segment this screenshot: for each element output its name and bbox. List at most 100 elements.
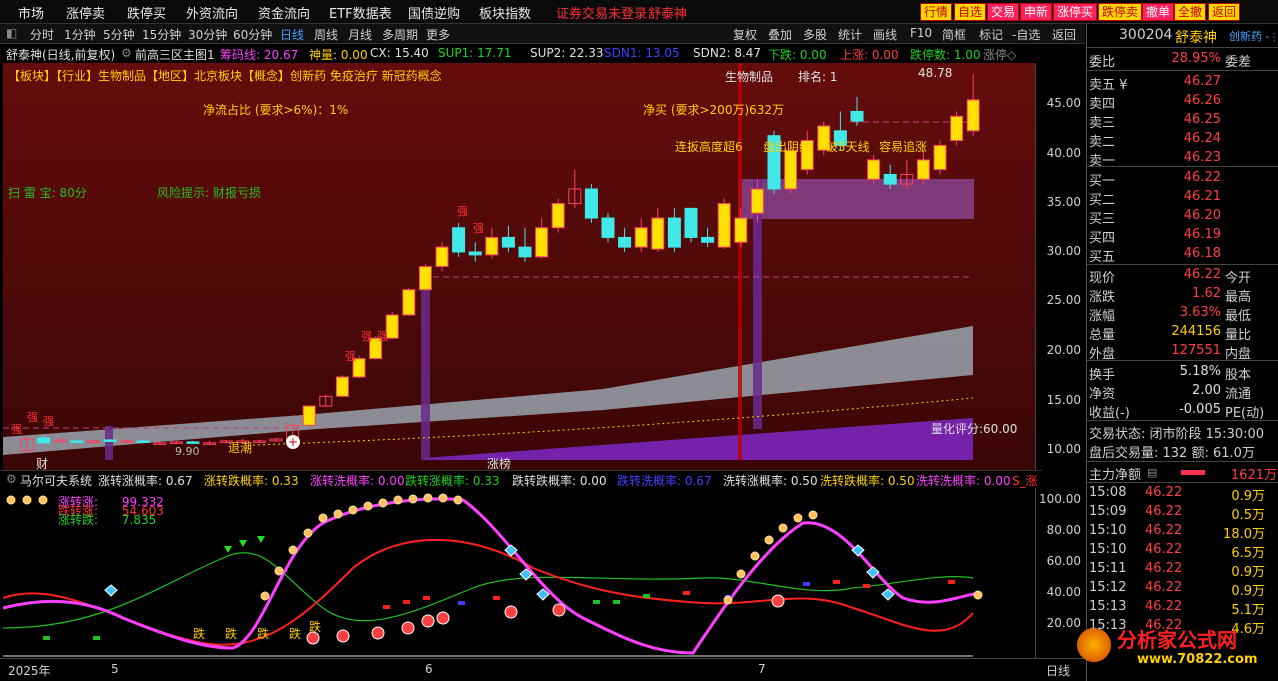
bid-row[interactable]: 买四 46.19: [1087, 226, 1278, 246]
btn-watchlist[interactable]: 自选: [954, 3, 987, 21]
candle-body[interactable]: [335, 376, 349, 397]
candle-body[interactable]: [485, 236, 499, 256]
sub-indicator-title[interactable]: 马尔可夫系统: [20, 472, 92, 489]
period-tab-30min[interactable]: 30分钟: [188, 26, 227, 43]
candle-body[interactable]: [435, 246, 449, 268]
candle-body[interactable]: [136, 440, 150, 443]
period-tab-15min[interactable]: 15分钟: [142, 26, 181, 43]
markov-subchart[interactable]: 涨转涨: 99.332 跌转涨: 54.603 涨转跌: 7.835 跌 跌 跌…: [3, 488, 1035, 658]
tool-multi-stock[interactable]: 多股: [803, 26, 827, 43]
period-tab-weekly[interactable]: 周线: [314, 26, 338, 43]
candle-body[interactable]: [584, 188, 598, 219]
menu-sector-index[interactable]: 板块指数: [479, 3, 531, 22]
period-tab-60min[interactable]: 60分钟: [233, 26, 272, 43]
menu-stock-name[interactable]: 舒泰神: [648, 3, 687, 22]
candle-body[interactable]: [950, 115, 964, 142]
plus-marker-icon[interactable]: +: [286, 435, 300, 449]
candle-body[interactable]: [667, 217, 681, 248]
period-tab-multi[interactable]: 多周期: [382, 26, 418, 43]
candle-body[interactable]: [867, 159, 881, 180]
btn-back-top[interactable]: 返回: [1208, 3, 1241, 21]
bid-row[interactable]: 买二 46.21: [1087, 188, 1278, 208]
bid-row[interactable]: 买三 46.20: [1087, 207, 1278, 227]
menu-foreign-flow[interactable]: 外资流向: [186, 3, 238, 22]
btn-limit-down-sell[interactable]: 跌停卖: [1098, 3, 1143, 21]
bid-row[interactable]: 买五 46.18: [1087, 245, 1278, 265]
candle-body[interactable]: [966, 99, 980, 132]
concept-tag[interactable]: 创新药 - 扶: [1229, 28, 1275, 44]
tool-draw[interactable]: 画线: [873, 26, 897, 43]
candle-body[interactable]: [916, 159, 930, 180]
candle-body[interactable]: [535, 227, 549, 258]
tool-fuquan[interactable]: 复权: [733, 26, 757, 43]
tool-mark[interactable]: 标记: [979, 26, 1003, 43]
collapse-icon[interactable]: ◧: [6, 26, 17, 40]
menu-etf-table[interactable]: ETF数据表: [329, 3, 392, 22]
easy-rise-label: 容易追涨: [879, 140, 928, 154]
candle-body[interactable]: [601, 217, 615, 238]
candle-body[interactable]: [618, 236, 632, 248]
candle-body[interactable]: [634, 227, 648, 248]
tool-back[interactable]: 返回: [1052, 26, 1076, 43]
list-icon[interactable]: ▤: [1147, 466, 1157, 479]
candle-body[interactable]: [651, 217, 665, 250]
candle-body[interactable]: [103, 439, 117, 442]
indicator-name[interactable]: 前高三区主图1: [135, 46, 215, 63]
candle-body[interactable]: [501, 236, 515, 248]
tool-overlay[interactable]: 叠加: [768, 26, 792, 43]
stat-value: 3.63%: [1179, 305, 1221, 320]
btn-ipo[interactable]: 申新: [1020, 3, 1053, 21]
candle-body[interactable]: [784, 149, 798, 190]
btn-limit-up-buy[interactable]: 涨停买: [1053, 3, 1098, 21]
candle-body[interactable]: [883, 173, 897, 185]
candle-body[interactable]: [402, 289, 416, 316]
candle-body[interactable]: [518, 246, 532, 258]
menu-trade-login[interactable]: 证券交易未登录: [556, 3, 647, 22]
candle-body[interactable]: [70, 440, 84, 443]
menu-capital-flow[interactable]: 资金流向: [258, 3, 310, 22]
period-tab-5min[interactable]: 5分钟: [103, 26, 135, 43]
menu-limit-down-buy[interactable]: 跌停买: [127, 3, 166, 22]
sub-settings-icon[interactable]: ⚙: [6, 472, 17, 486]
period-tab-daily[interactable]: 日线: [280, 26, 304, 43]
bid-row[interactable]: 买一 46.22: [1087, 169, 1278, 189]
settings-icon[interactable]: ⚙: [121, 46, 132, 60]
candle-body[interactable]: [186, 441, 200, 444]
ask-row[interactable]: 卖三 46.25: [1087, 111, 1278, 131]
tool-simple-frame[interactable]: 简框: [942, 26, 966, 43]
candle-body[interactable]: [452, 227, 466, 253]
btn-cancel-order[interactable]: 撤单: [1142, 3, 1175, 21]
signal-dash: [613, 600, 620, 604]
period-tab-1min[interactable]: 1分钟: [64, 26, 96, 43]
candle-body[interactable]: [701, 236, 715, 243]
candle-body[interactable]: [933, 144, 947, 171]
period-tab-more[interactable]: 更多: [426, 26, 450, 43]
main-kline-chart[interactable]: 【板块】【行业】生物制品【地区】北京板块【概念】创新药 免疫治疗 新冠药概念 生…: [3, 63, 1035, 471]
period-tab-monthly[interactable]: 月线: [348, 26, 372, 43]
ask-row[interactable]: 卖五 ¥ 46.27: [1087, 73, 1278, 93]
candle-body[interactable]: [385, 314, 399, 339]
menu-market[interactable]: 市场: [18, 3, 44, 22]
menu-repo[interactable]: 国债逆购: [408, 3, 460, 22]
candle-body[interactable]: [717, 203, 731, 248]
candle-body[interactable]: [734, 217, 748, 243]
tool-remove-watch[interactable]: -自选: [1012, 26, 1040, 43]
candle-body[interactable]: [37, 437, 51, 444]
candle-body[interactable]: [684, 207, 698, 238]
ask-row[interactable]: 卖二 46.24: [1087, 130, 1278, 150]
candle-body[interactable]: [750, 188, 764, 214]
ask-row[interactable]: 卖四 46.26: [1087, 92, 1278, 112]
btn-quote[interactable]: 行情: [920, 3, 953, 21]
tool-stats[interactable]: 统计: [838, 26, 862, 43]
candle-body[interactable]: [468, 251, 482, 256]
btn-cancel-all[interactable]: 全撤: [1174, 3, 1207, 21]
period-indicator[interactable]: 日线: [1046, 662, 1070, 679]
btn-trade[interactable]: 交易: [987, 3, 1020, 21]
candle-body[interactable]: [551, 203, 565, 229]
tool-f10[interactable]: F10: [910, 26, 932, 40]
candle-body[interactable]: [418, 266, 432, 291]
menu-limit-up-sell[interactable]: 涨停卖: [66, 3, 105, 22]
candle-body[interactable]: [850, 110, 864, 122]
candle-body[interactable]: [302, 405, 316, 426]
period-tab-fenshi[interactable]: 分时: [30, 26, 54, 43]
